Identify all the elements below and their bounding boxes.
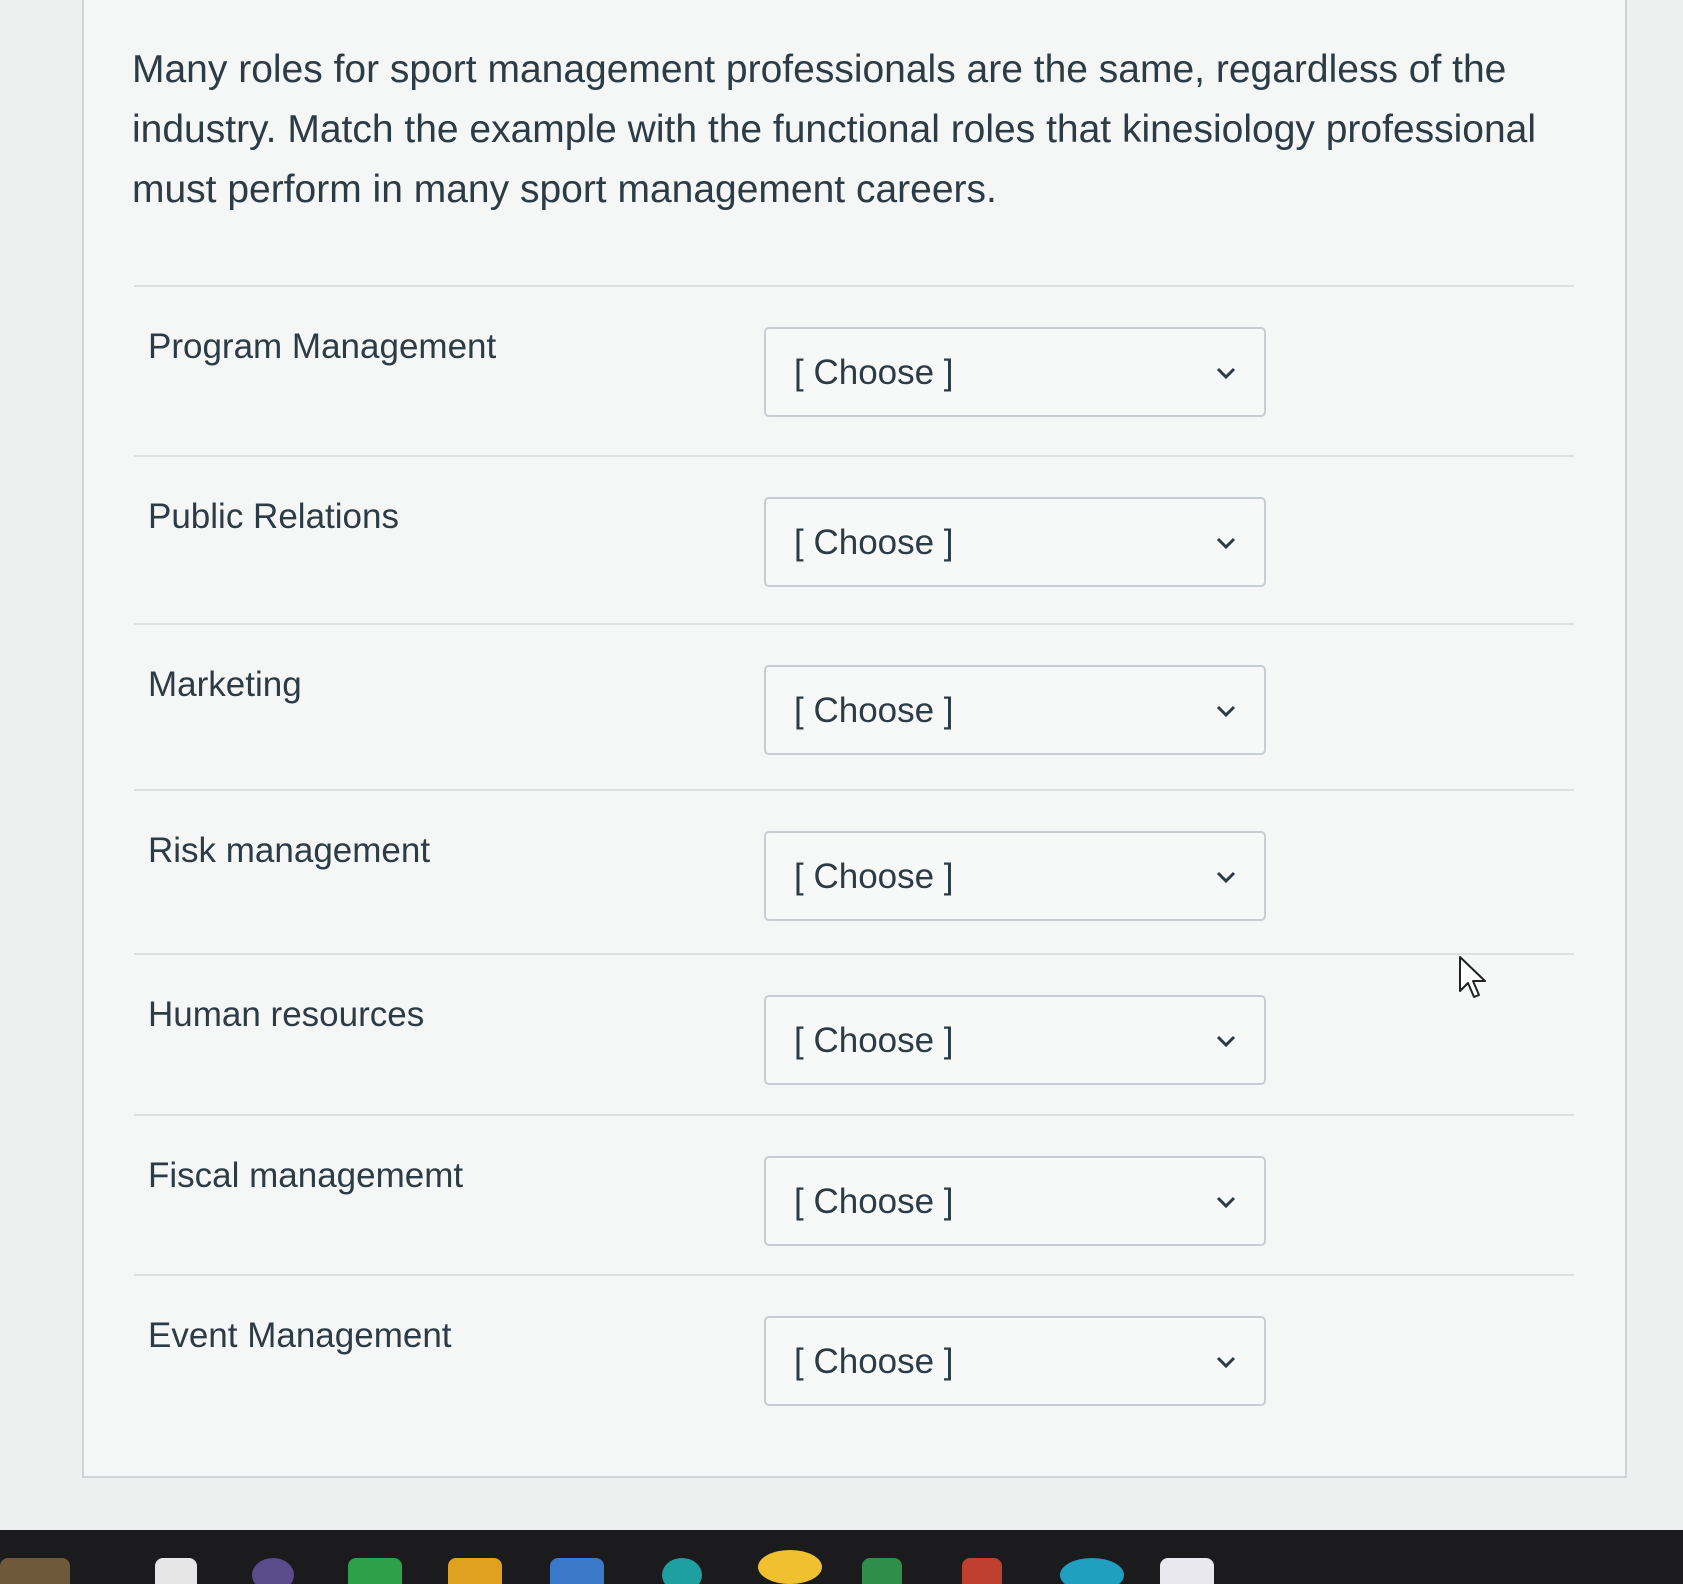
match-label: Fiscal managememt <box>148 1156 464 1195</box>
select-value: [ Choose ] <box>794 353 954 392</box>
mouse-cursor-icon <box>1459 956 1486 998</box>
dock-app-icon[interactable] <box>448 1558 502 1584</box>
select-value: [ Choose ] <box>794 1182 954 1221</box>
match-row-program-management: Program Management [ Choose ] <box>134 285 1574 455</box>
match-label: Human resources <box>148 995 425 1034</box>
answer-select-marketing[interactable]: [ Choose ] <box>764 665 1266 755</box>
dock-app-icon[interactable] <box>962 1558 1002 1584</box>
dock-app-icon[interactable] <box>1160 1558 1214 1584</box>
chevron-down-icon <box>1216 871 1236 884</box>
select-value: [ Choose ] <box>794 691 954 730</box>
screen: Many roles for sport management professi… <box>0 0 1683 1530</box>
match-row-human-resources: Human resources [ Choose ] <box>134 953 1574 1114</box>
match-row-marketing: Marketing [ Choose ] <box>134 623 1574 789</box>
select-value: [ Choose ] <box>794 1021 954 1060</box>
dock-app-icon[interactable] <box>758 1550 822 1584</box>
answer-select-program-management[interactable]: [ Choose ] <box>764 327 1266 417</box>
dock-app-icon[interactable] <box>348 1558 402 1584</box>
select-value: [ Choose ] <box>794 1342 954 1381</box>
answer-select-fiscal-management[interactable]: [ Choose ] <box>764 1156 1266 1246</box>
dock-app-icon[interactable] <box>0 1558 70 1584</box>
select-value: [ Choose ] <box>794 857 954 896</box>
dock-app-icon[interactable] <box>1060 1558 1124 1584</box>
question-card: Many roles for sport management professi… <box>82 0 1627 1478</box>
dock-app-icon[interactable] <box>155 1558 197 1584</box>
match-row-fiscal-management: Fiscal managememt [ Choose ] <box>134 1114 1574 1274</box>
chevron-down-icon <box>1216 1356 1236 1369</box>
match-row-public-relations: Public Relations [ Choose ] <box>134 455 1574 623</box>
match-label: Risk management <box>148 831 431 870</box>
chevron-down-icon <box>1216 1196 1236 1209</box>
match-label: Marketing <box>148 665 302 704</box>
answer-select-public-relations[interactable]: [ Choose ] <box>764 497 1266 587</box>
taskbar <box>0 1530 1683 1584</box>
answer-select-risk-management[interactable]: [ Choose ] <box>764 831 1266 921</box>
answer-select-human-resources[interactable]: [ Choose ] <box>764 995 1266 1085</box>
dock-app-icon[interactable] <box>862 1558 902 1584</box>
match-label: Event Management <box>148 1316 452 1355</box>
match-label: Public Relations <box>148 497 399 536</box>
answer-select-event-management[interactable]: [ Choose ] <box>764 1316 1266 1406</box>
match-row-risk-management: Risk management [ Choose ] <box>134 789 1574 953</box>
match-row-event-management: Event Management [ Choose ] <box>134 1274 1574 1444</box>
chevron-down-icon <box>1216 1035 1236 1048</box>
dock-app-icon[interactable] <box>252 1558 294 1584</box>
match-label: Program Management <box>148 327 497 366</box>
select-value: [ Choose ] <box>794 523 954 562</box>
chevron-down-icon <box>1216 367 1236 380</box>
chevron-down-icon <box>1216 705 1236 718</box>
dock-app-icon[interactable] <box>550 1558 604 1584</box>
question-text: Many roles for sport management professi… <box>132 48 1537 211</box>
dock-app-icon[interactable] <box>662 1558 702 1584</box>
chevron-down-icon <box>1216 537 1236 550</box>
